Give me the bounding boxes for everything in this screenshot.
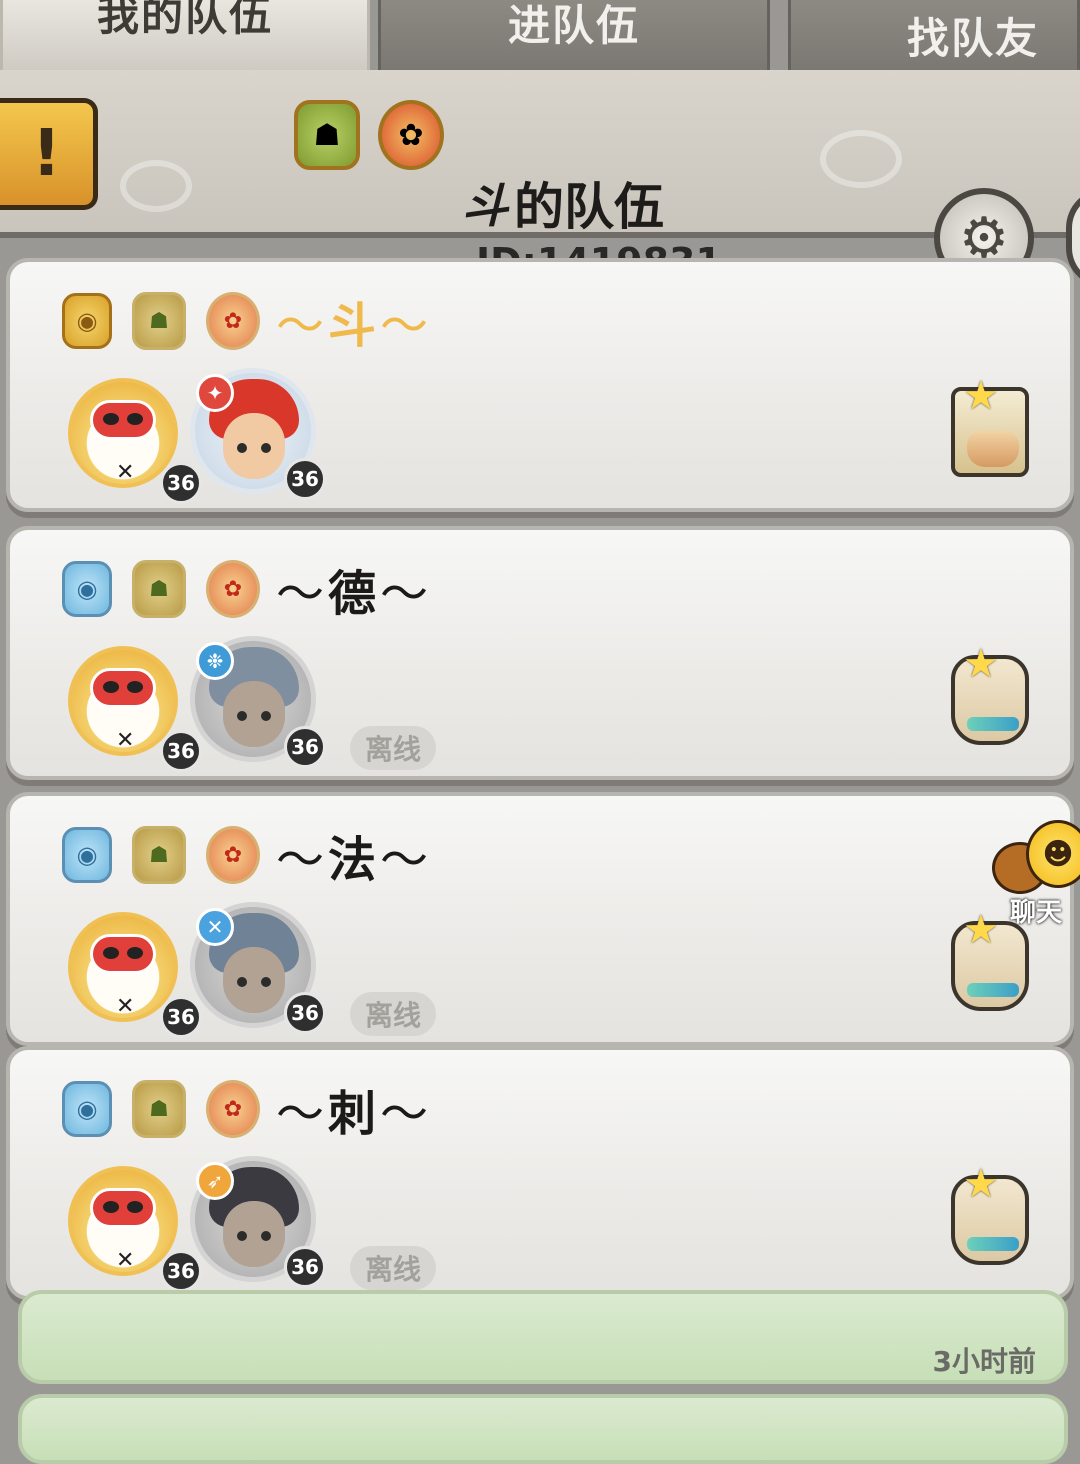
team-emblem-icon: ☗ [132,292,186,350]
offline-status: 离线 [350,726,436,770]
fox-emblem-icon: ✿ [206,560,260,618]
hero-level-badge: 36 [284,992,326,1034]
team-title-suffix: 的队伍 [514,178,664,236]
team-emblem-icon: ☗ [132,560,186,618]
sword-class-icon: ✕ [196,908,234,946]
tab-my-team-label: 我的队伍 [96,0,273,40]
pet-level-badge: 36 [160,730,202,772]
card-tap-icon [951,373,1029,477]
tab-join-team[interactable]: 进队伍 [378,0,770,70]
team-emblem-icon: ☗ [132,826,186,884]
message-row[interactable] [18,1394,1068,1464]
pet-avatar[interactable]: ✕ [68,1166,178,1276]
offline-status: 离线 [350,992,436,1036]
team-leader-name: 斗 [462,179,508,233]
member-card: ◉ ☗ ✿ 德 ✕ 36 ❉ 36 离线 [6,526,1074,780]
member-title-row: ◉ ☗ ✿ 法 [62,820,430,890]
tab-my-team[interactable]: 我的队伍 [0,0,370,70]
pet-avatar[interactable]: ✕ [68,912,178,1022]
member-title-row: ◉ ☗ ✿ 斗 [62,286,430,356]
rank-blue-icon: ◉ [62,1081,112,1137]
fox-emblem-icon: ✿ [206,1080,260,1138]
pet-level-badge: 36 [160,1250,202,1292]
tab-find-teammates[interactable]: 找队友 [788,0,1080,70]
exclamation-icon: ! [31,117,62,191]
offline-status: 离线 [350,1246,436,1290]
like-button[interactable] [940,907,1040,1018]
notice-button[interactable]: ! [0,98,98,210]
tab-find-teammates-label: 找队友 [906,13,1039,63]
hand-star-icon [951,641,1029,745]
member-title-row: ◉ ☗ ✿ 德 [62,554,430,624]
pet-avatar[interactable]: ✕ [68,646,178,756]
rank-gold-icon: ◉ [62,293,112,349]
member-card: ◉ ☗ ✿ 刺 ✕ 36 ➶ 36 离线 [6,1046,1074,1300]
warrior-class-icon: ✦ [196,374,234,412]
hand-star-icon [951,907,1029,1011]
hero-level-badge: 36 [284,726,326,768]
member-name: 德 [276,554,430,624]
pet-level-badge: 36 [160,462,202,504]
hero-level-badge: 36 [284,1246,326,1288]
pet-level-badge: 36 [160,996,202,1038]
pet-avatar[interactable]: ✕ [68,378,178,488]
member-name: 斗 [276,286,430,356]
message-time: 3小时前 [932,1345,1036,1378]
message-row[interactable]: 3小时前 [18,1290,1068,1384]
mage-class-icon: ❉ [196,642,234,680]
member-title-row: ◉ ☗ ✿ 刺 [62,1074,430,1144]
fox-emblem-icon: ✿ [378,100,444,170]
member-name: 刺 [276,1074,430,1144]
like-button[interactable] [940,641,1040,752]
team-emblem-icon: ☗ [132,1080,186,1138]
fox-emblem-icon: ✿ [206,292,260,350]
member-card: ◉ ☗ ✿ 斗 ✕ 36 ✦ 36 [6,258,1074,512]
team-title: 斗 的队伍 [462,168,664,238]
chat-label: 聊天 [1010,898,1063,928]
inspect-button[interactable] [940,373,1040,484]
hero-level-badge: 36 [284,458,326,500]
like-button[interactable] [940,1161,1040,1272]
chat-button[interactable]: ☻ 聊天 [992,820,1080,928]
tab-bar: 我的队伍 进队伍 找队友 [0,0,1080,72]
member-card: ◉ ☗ ✿ 法 ✕ 36 ✕ 36 离线 [6,792,1074,1046]
cloud-decoration [120,160,192,212]
fox-emblem-icon: ✿ [206,826,260,884]
tab-join-team-label: 进队伍 [507,1,640,50]
rank-blue-icon: ◉ [62,827,112,883]
cloud-decoration [820,130,902,188]
team-emblem-icon: ☗ [294,100,360,170]
team-header: ! ☗ ✿ 斗 的队伍 ID:1419831 ⚙ [0,70,1080,288]
assassin-class-icon: ➶ [196,1162,234,1200]
rank-blue-icon: ◉ [62,561,112,617]
member-name: 法 [276,820,430,890]
hand-star-icon [951,1161,1029,1265]
